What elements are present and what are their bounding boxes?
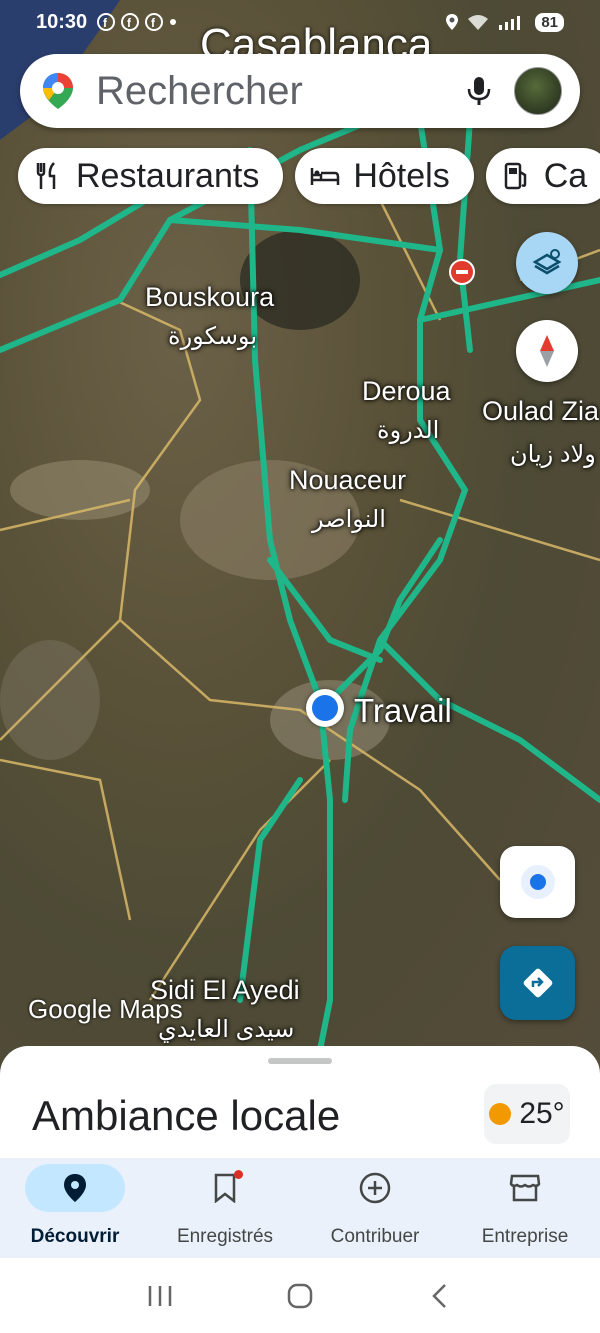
svg-text:f: f bbox=[127, 16, 132, 30]
location-pin-icon bbox=[64, 1174, 86, 1202]
road-closure-icon[interactable] bbox=[449, 259, 475, 285]
nav-explore[interactable]: Découvrir bbox=[0, 1158, 150, 1258]
map-label-deroua[interactable]: Deroua bbox=[362, 376, 451, 407]
system-navigation-bar bbox=[0, 1258, 600, 1333]
layers-icon bbox=[532, 249, 562, 275]
bookmark-icon bbox=[214, 1173, 236, 1203]
chip-gas[interactable]: Ca bbox=[485, 148, 600, 204]
microphone-icon[interactable] bbox=[462, 74, 496, 108]
store-icon bbox=[509, 1174, 541, 1202]
battery-indicator: 81 bbox=[535, 12, 564, 32]
map-label-nouaceur-ar: النواصر bbox=[312, 506, 386, 533]
layers-button[interactable] bbox=[516, 232, 578, 294]
map-label-bouskoura[interactable]: Bouskoura bbox=[145, 282, 274, 313]
category-chips: Restaurants Hôtels Ca bbox=[18, 148, 600, 204]
facebook-icon: f bbox=[145, 13, 164, 31]
chip-label: Restaurants bbox=[76, 156, 260, 195]
temperature: 25° bbox=[519, 1097, 565, 1130]
current-location-marker[interactable] bbox=[306, 689, 344, 727]
recent-apps-icon[interactable] bbox=[145, 1283, 175, 1309]
status-bar: 10:30 f f f 81 bbox=[0, 0, 600, 44]
compass-button[interactable] bbox=[516, 320, 578, 382]
notification-badge bbox=[234, 1170, 243, 1179]
chip-label: Ca bbox=[543, 156, 588, 195]
svg-text:f: f bbox=[151, 16, 156, 30]
facebook-icon: f bbox=[121, 13, 140, 31]
nav-icon-container bbox=[25, 1164, 125, 1212]
map-label-nouaceur[interactable]: Nouaceur bbox=[289, 465, 406, 496]
search-input[interactable]: Rechercher bbox=[96, 69, 462, 114]
my-location-icon bbox=[520, 865, 555, 899]
nav-icon-container bbox=[475, 1164, 575, 1212]
signal-icon bbox=[499, 16, 521, 30]
wifi-icon bbox=[468, 15, 489, 30]
my-location-button[interactable] bbox=[500, 846, 575, 918]
back-icon[interactable] bbox=[425, 1281, 455, 1311]
nav-icon-container bbox=[175, 1164, 275, 1212]
sheet-title: Ambiance locale bbox=[32, 1092, 341, 1139]
svg-text:f: f bbox=[103, 16, 108, 30]
compass-icon bbox=[540, 335, 554, 367]
google-maps-logo-icon bbox=[43, 73, 73, 109]
more-notifications-icon bbox=[170, 19, 177, 25]
facebook-icon: f bbox=[97, 13, 116, 31]
map-label-oulad-ziane-ar: ولاد زيان bbox=[510, 441, 596, 468]
directions-button[interactable] bbox=[500, 946, 575, 1020]
map-label-oulad-ziane[interactable]: Oulad Zia bbox=[482, 396, 599, 427]
bottom-sheet[interactable]: Ambiance locale 25° bbox=[0, 1046, 600, 1166]
map-label-bouskoura-ar: بوسكورة bbox=[168, 323, 258, 350]
hotel-icon bbox=[311, 168, 340, 185]
sheet-handle[interactable] bbox=[268, 1058, 332, 1064]
nav-saved[interactable]: Enregistrés bbox=[150, 1158, 300, 1258]
nav-contribute[interactable]: Contribuer bbox=[300, 1158, 450, 1258]
gas-station-icon bbox=[504, 162, 526, 190]
nav-label: Contribuer bbox=[330, 1226, 420, 1247]
google-maps-attribution: Google Maps bbox=[28, 994, 183, 1024]
account-avatar[interactable] bbox=[514, 67, 562, 115]
nav-label: Enregistrés bbox=[176, 1226, 274, 1247]
chip-label: Hôtels bbox=[353, 156, 450, 195]
restaurant-icon bbox=[36, 162, 56, 189]
bottom-navigation: Découvrir Enregistrés Contribuer Entrepr… bbox=[0, 1158, 600, 1258]
nav-business[interactable]: Entreprise bbox=[450, 1158, 600, 1258]
nav-label: Découvrir bbox=[30, 1226, 120, 1247]
status-time: 10:30 bbox=[36, 10, 88, 33]
chip-hotels[interactable]: Hôtels bbox=[295, 148, 474, 204]
nav-label: Entreprise bbox=[481, 1226, 569, 1247]
nav-icon-container bbox=[325, 1164, 425, 1212]
weather-chip[interactable]: 25° bbox=[484, 1084, 570, 1144]
add-circle-icon bbox=[359, 1172, 391, 1204]
search-bar[interactable]: Rechercher bbox=[20, 54, 580, 128]
home-icon[interactable] bbox=[285, 1281, 315, 1311]
directions-icon bbox=[523, 968, 552, 998]
chip-restaurants[interactable]: Restaurants bbox=[18, 148, 284, 204]
map-label-deroua-ar: الدروة bbox=[377, 417, 440, 444]
map-label-travail[interactable]: Travail bbox=[354, 692, 452, 730]
sun-icon bbox=[489, 1103, 512, 1125]
location-status-icon bbox=[446, 14, 459, 30]
